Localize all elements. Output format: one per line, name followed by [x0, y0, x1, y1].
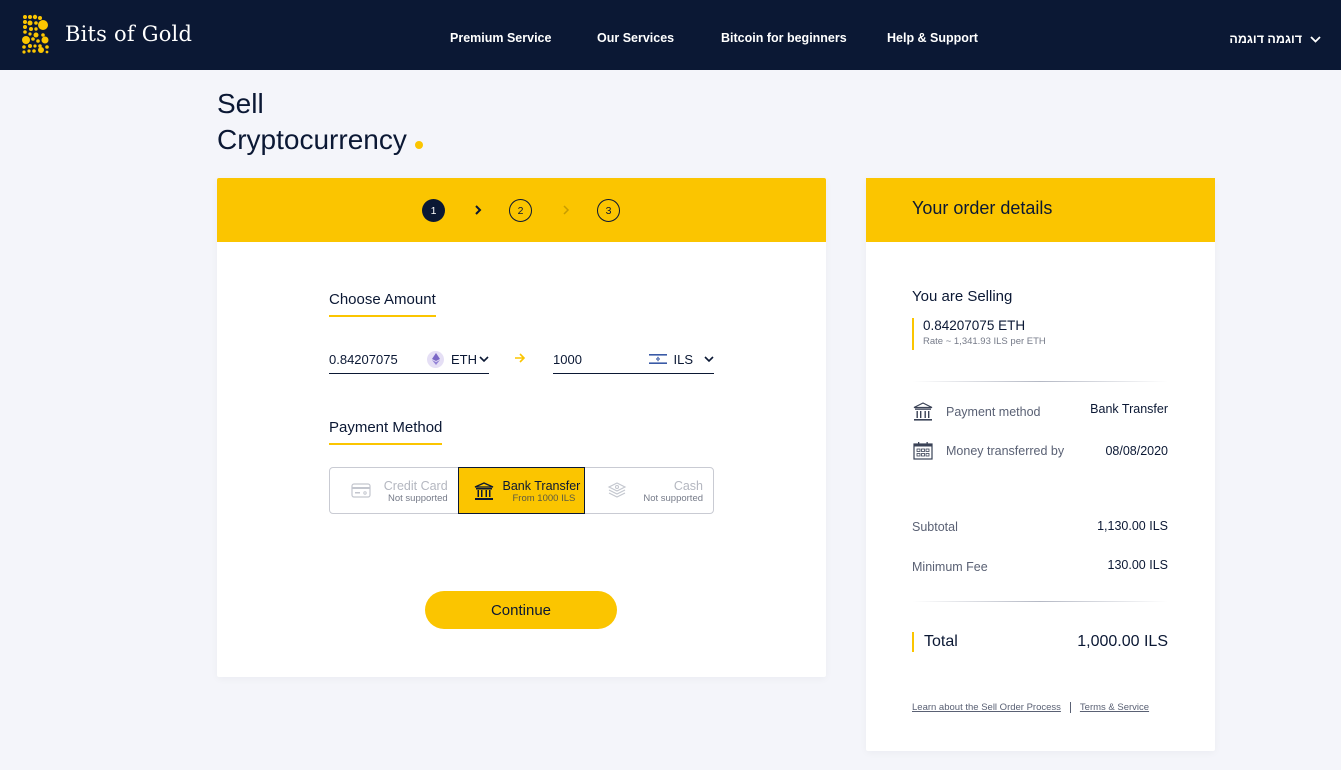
user-menu-label: דוגמה דוגמה	[1229, 32, 1302, 46]
total-label: Total	[924, 633, 958, 650]
ethereum-icon	[427, 350, 444, 368]
cash-icon	[608, 482, 627, 498]
brand-name: Bits of Gold	[65, 22, 193, 46]
payment-option-sub: Not supported	[387, 493, 448, 504]
payment-method-row: Payment method Bank Transfer	[912, 402, 1168, 422]
calendar-icon	[913, 442, 933, 460]
payment-method-title: Payment Method	[329, 419, 443, 445]
sell-form-card: 1 2 3 Choose Amount ETH ILS Payment Meth…	[217, 178, 826, 677]
payment-method-value: Bank Transfer	[1090, 402, 1168, 416]
bank-icon	[474, 482, 493, 500]
divider	[912, 601, 1168, 602]
subtotal-label: Subtotal	[912, 520, 958, 534]
crypto-currency-select[interactable]: ETH	[427, 346, 489, 372]
payment-option-name: Bank Transfer	[502, 479, 581, 493]
transfer-date-label: Money transferred by	[946, 444, 1065, 458]
payment-option-bank-transfer[interactable]: Bank Transfer From 1000 ILS	[457, 467, 586, 514]
nav-premium-service[interactable]: Premium Service	[450, 31, 551, 45]
choose-amount-title: Choose Amount	[329, 291, 436, 317]
subtotal-value: 1,130.00 ILS	[1097, 519, 1168, 533]
page-title-line1: Sell	[217, 88, 264, 119]
bits-of-gold-logo-icon	[22, 14, 49, 54]
title-dot-decoration	[414, 141, 423, 149]
payment-option-sub: Not supported	[643, 493, 704, 504]
step-3: 3	[597, 199, 620, 222]
payment-method-label: Payment method	[946, 405, 1041, 419]
exchange-rate: Rate ~ 1,341.93 ILS per ETH	[923, 336, 1046, 347]
step-1: 1	[422, 199, 445, 222]
page-title: Sell Cryptocurrency	[217, 86, 423, 158]
top-navbar: Bits of Gold Premium Service Our Service…	[0, 0, 1341, 70]
subtotal-row: Subtotal 1,130.00 ILS	[912, 519, 1168, 534]
total-value: 1,000.00 ILS	[1077, 633, 1168, 650]
step-2: 2	[509, 199, 532, 222]
arrow-right-icon	[515, 353, 526, 363]
bank-icon	[913, 402, 933, 421]
chevron-down-icon	[479, 355, 489, 362]
nav-bitcoin-for-beginners[interactable]: Bitcoin for beginners	[721, 31, 847, 45]
payment-option-name: Cash	[673, 479, 704, 493]
brand-logo-link[interactable]: Bits of Gold	[21, 14, 192, 54]
fiat-currency-select[interactable]: ILS	[649, 346, 714, 372]
step-chevron-right-icon	[475, 205, 482, 215]
terms-service-link[interactable]: Terms & Service	[1080, 702, 1149, 713]
footer-links: Learn about the Sell Order Process Terms…	[912, 702, 1149, 713]
fiat-currency-label: ILS	[673, 351, 693, 367]
payment-option-cash[interactable]: Cash Not supported	[585, 468, 713, 513]
order-details-title: Your order details	[866, 178, 1215, 242]
order-details-card: Your order details You are Selling 0.842…	[866, 178, 1215, 751]
transfer-date-value: 08/08/2020	[1105, 444, 1168, 458]
page-title-line2: Cryptocurrency	[217, 124, 407, 155]
payment-option-name: Credit Card	[383, 479, 448, 493]
israel-flag-icon	[649, 353, 668, 365]
step-chevron-right-icon	[563, 205, 570, 215]
link-separator	[1069, 702, 1071, 713]
stepper: 1 2 3	[217, 178, 826, 242]
selling-title: You are Selling	[912, 288, 1013, 305]
transfer-date-row: Money transferred by 08/08/2020	[912, 441, 1168, 461]
payment-method-selector: Credit Card Not supported Bank Transfer …	[329, 467, 714, 514]
chevron-down-icon	[704, 355, 714, 362]
payment-option-sub: From 1000 ILS	[512, 493, 576, 504]
fiat-amount-field: ILS	[553, 346, 714, 374]
crypto-amount-field: ETH	[329, 346, 489, 374]
chevron-down-icon	[1310, 35, 1321, 43]
fee-label: Minimum Fee	[912, 560, 988, 574]
fee-value: 130.00 ILS	[1107, 558, 1168, 572]
credit-card-icon	[351, 483, 371, 498]
continue-button[interactable]: Continue	[425, 591, 617, 629]
divider	[912, 381, 1168, 382]
payment-option-credit-card[interactable]: Credit Card Not supported	[330, 468, 458, 513]
nav-our-services[interactable]: Our Services	[597, 31, 674, 45]
fee-row: Minimum Fee 130.00 ILS	[912, 558, 1168, 574]
fiat-amount-input[interactable]	[553, 352, 643, 367]
total-row: Total 1,000.00 ILS	[912, 632, 1168, 652]
selling-summary: 0.84207075 ETH Rate ~ 1,341.93 ILS per E…	[912, 318, 1046, 350]
crypto-currency-label: ETH	[451, 351, 477, 367]
selling-amount: 0.84207075 ETH	[923, 318, 1026, 333]
user-menu[interactable]: דוגמה דוגמה	[1229, 32, 1321, 46]
crypto-amount-input[interactable]	[329, 352, 419, 367]
learn-sell-process-link[interactable]: Learn about the Sell Order Process	[912, 702, 1061, 713]
nav-help-support[interactable]: Help & Support	[887, 31, 978, 45]
